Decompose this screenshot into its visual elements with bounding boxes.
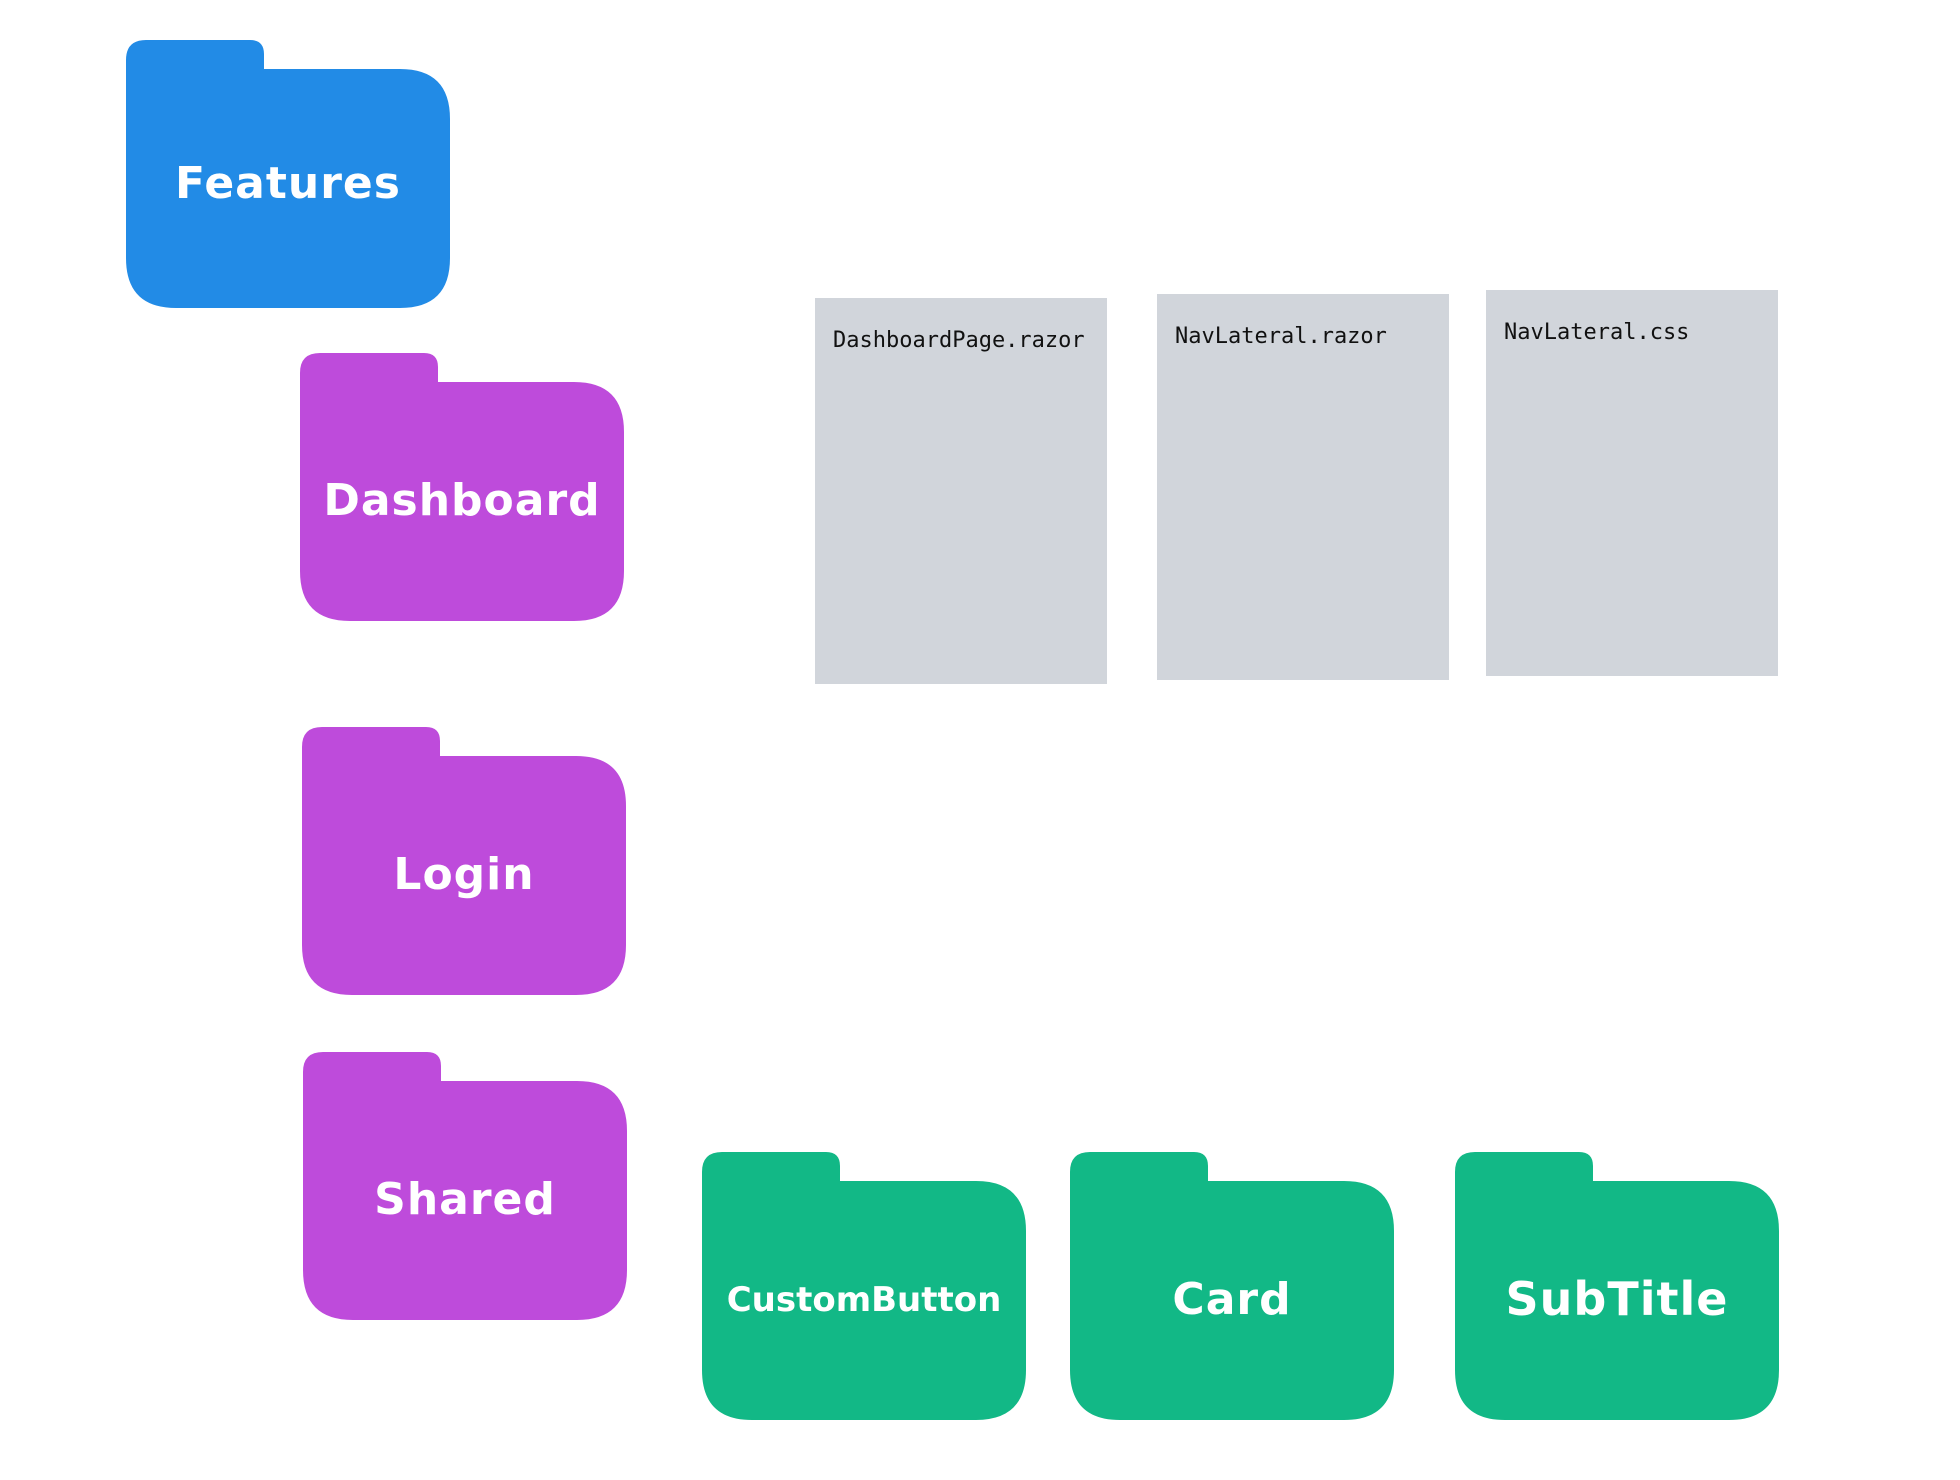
dashboard-folder[interactable]: Dashboard xyxy=(300,353,624,621)
file-name: NavLateral.css xyxy=(1504,320,1690,345)
folder-structure-diagram: Features Dashboard Login Shared Dashboar… xyxy=(0,0,1960,1480)
features-folder[interactable]: Features xyxy=(126,40,450,308)
card-folder-label: Card xyxy=(1172,1274,1292,1325)
shared-folder-label: Shared xyxy=(374,1174,556,1225)
login-folder-label: Login xyxy=(393,849,535,900)
file-name: DashboardPage.razor xyxy=(833,328,1085,353)
login-folder[interactable]: Login xyxy=(302,727,626,995)
card-folder[interactable]: Card xyxy=(1070,1152,1394,1420)
file-card-dashboard-page[interactable]: DashboardPage.razor xyxy=(815,298,1107,684)
custom-button-folder-label: CustomButton xyxy=(726,1280,1002,1320)
shared-folder[interactable]: Shared xyxy=(303,1052,627,1320)
subtitle-folder-label: SubTitle xyxy=(1505,1272,1729,1326)
file-name: NavLateral.razor xyxy=(1175,324,1387,349)
dashboard-folder-label: Dashboard xyxy=(323,475,601,526)
file-card-nav-lateral-css[interactable]: NavLateral.css xyxy=(1486,290,1778,676)
file-card-nav-lateral-razor[interactable]: NavLateral.razor xyxy=(1157,294,1449,680)
features-folder-label: Features xyxy=(175,158,401,209)
custom-button-folder[interactable]: CustomButton xyxy=(702,1152,1026,1420)
subtitle-folder[interactable]: SubTitle xyxy=(1455,1152,1779,1420)
